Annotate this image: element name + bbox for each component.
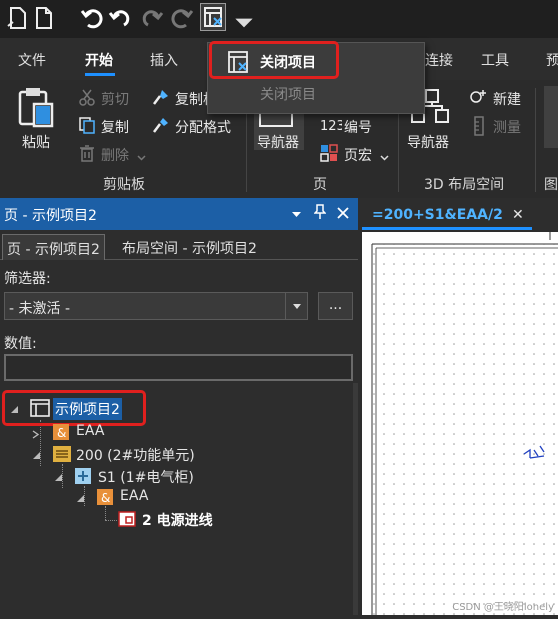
page-group-label: 页 [313, 177, 327, 193]
measure-button[interactable]: 测量 [493, 117, 521, 137]
panel-menu-icon[interactable] [291, 207, 302, 223]
page-navigator-label[interactable]: 导航器 [257, 132, 299, 152]
redo-list-icon[interactable] [170, 5, 194, 31]
expand-arrow-icon[interactable] [32, 427, 40, 443]
location-icon: & [52, 423, 70, 445]
copy-button[interactable]: 复制 [101, 117, 129, 137]
pin-icon[interactable] [313, 204, 327, 224]
format-brush-icon[interactable] [152, 88, 170, 110]
page-macro-icon[interactable] [320, 144, 338, 166]
new-layout-button[interactable]: 新建 [493, 89, 521, 109]
installation-icon [74, 467, 92, 489]
tree-node-eaa[interactable]: & EAA [32, 422, 232, 442]
value-input[interactable] [4, 354, 353, 381]
new-page-alt-icon[interactable] [32, 5, 56, 31]
schematic-page-icon [118, 510, 138, 532]
tab-home[interactable]: 开始 [85, 50, 113, 70]
tree-label-cabinet: S1 (1#电气柜) [98, 470, 194, 486]
value-label: 数值: [4, 336, 37, 352]
tree-connector [105, 520, 117, 521]
close-project-description: 关闭项目 [260, 87, 316, 103]
delete-icon[interactable] [78, 144, 96, 166]
page-tree: 示例项目2 & EAA 200 (2#功能单元) S1 (1#电气柜) & EA… [0, 390, 353, 615]
page-navigator-panel-header: 页 - 示例项目2 [0, 198, 358, 230]
assign-format-icon[interactable] [152, 116, 170, 138]
paste-icon[interactable] [14, 86, 58, 134]
new-page-icon[interactable] [6, 5, 30, 31]
quick-access-toolbar [0, 0, 558, 38]
svg-text:&: & [101, 491, 110, 505]
document-tab-title: =200+S1&EAA/2 [372, 207, 503, 223]
delete-dropdown-icon[interactable] [137, 150, 146, 165]
function-unit-icon [52, 445, 72, 467]
tab-insert[interactable]: 插入 [150, 50, 178, 70]
highlight-project-node [2, 390, 146, 426]
tree-node-function-unit[interactable]: 200 (2#功能单元) [32, 444, 252, 464]
paste-button-label[interactable]: 粘贴 [22, 132, 50, 152]
scissors-icon[interactable] [78, 88, 96, 110]
layout3d-group-label: 3D 布局空间 [424, 177, 505, 193]
page-macro-button[interactable]: 页宏 [344, 145, 372, 165]
clipboard-group-label: 剪贴板 [103, 177, 145, 193]
tab-preview[interactable]: 预 [546, 50, 558, 70]
measure-icon[interactable] [472, 116, 486, 140]
close-project-quick-icon[interactable] [200, 3, 226, 31]
numbering-button[interactable]: 编号 [344, 117, 372, 137]
page-macro-dropdown-icon[interactable] [380, 150, 389, 165]
cut-button[interactable]: 剪切 [101, 89, 129, 109]
qat-customize-icon[interactable] [232, 10, 253, 28]
panel-title: 页 - 示例项目2 [4, 208, 97, 224]
tab-pages[interactable]: 页 - 示例项目2 [2, 234, 105, 260]
document-tab[interactable]: =200+S1&EAA/2 ✕ [362, 202, 532, 230]
filter-dropdown-icon[interactable] [285, 293, 307, 319]
new-layout-icon[interactable] [469, 88, 489, 110]
location-icon: & [96, 488, 114, 510]
filter-value: - 未激活 - [9, 301, 71, 317]
tab-connect[interactable]: 连接 [425, 50, 453, 70]
tab-layout-space[interactable]: 布局空间 - 示例项目2 [118, 234, 261, 260]
schematic-canvas[interactable]: CSDN @王晓阳lonely [362, 232, 558, 615]
collapse-arrow-icon[interactable] [54, 470, 63, 486]
svg-text:&: & [57, 426, 66, 440]
filter-select[interactable]: - 未激活 - [4, 292, 308, 320]
tree-label-page: 2 电源进线 [142, 513, 213, 529]
graphics-button-partial[interactable] [544, 86, 558, 148]
highlight-close-project [209, 41, 339, 79]
copy-icon[interactable] [78, 116, 96, 138]
undo-list-icon[interactable] [108, 5, 132, 31]
filter-more-button[interactable]: ... [318, 292, 353, 320]
redo-icon[interactable] [140, 5, 164, 31]
tree-label-eaa: EAA [76, 423, 105, 439]
panel-tab-strip: 页 - 示例项目2 布局空间 - 示例项目2 [0, 230, 358, 260]
delete-button[interactable]: 删除 [101, 145, 129, 165]
tree-label-eaa-child: EAA [120, 488, 149, 504]
document-tab-close-icon[interactable]: ✕ [512, 207, 524, 223]
tree-node-page[interactable]: 2 电源进线 [118, 509, 318, 529]
active-tab-indicator [85, 73, 115, 76]
panel-scrollbar[interactable] [353, 383, 358, 615]
undo-icon[interactable] [80, 5, 104, 31]
filter-label: 筛选器: [4, 271, 51, 287]
tree-node-eaa-child[interactable]: & EAA [76, 487, 276, 507]
collapse-arrow-icon[interactable] [76, 491, 85, 507]
watermark: CSDN @王晓阳lonely [452, 602, 554, 613]
tab-file[interactable]: 文件 [18, 50, 46, 70]
panel-close-icon[interactable] [337, 204, 349, 223]
tree-label-function-unit: 200 (2#功能单元) [76, 448, 195, 464]
group-separator [535, 88, 536, 192]
tab-tools[interactable]: 工具 [481, 50, 509, 70]
layout-navigator-label[interactable]: 导航器 [407, 132, 449, 152]
numbering-icon[interactable]: 123 [320, 114, 345, 138]
svg-text:123: 123 [320, 119, 342, 134]
collapse-arrow-icon[interactable] [32, 448, 41, 464]
graphics-group-label: 图 [544, 177, 558, 193]
assign-format-button[interactable]: 分配格式 [175, 117, 231, 137]
tree-node-cabinet[interactable]: S1 (1#电气柜) [54, 466, 254, 486]
